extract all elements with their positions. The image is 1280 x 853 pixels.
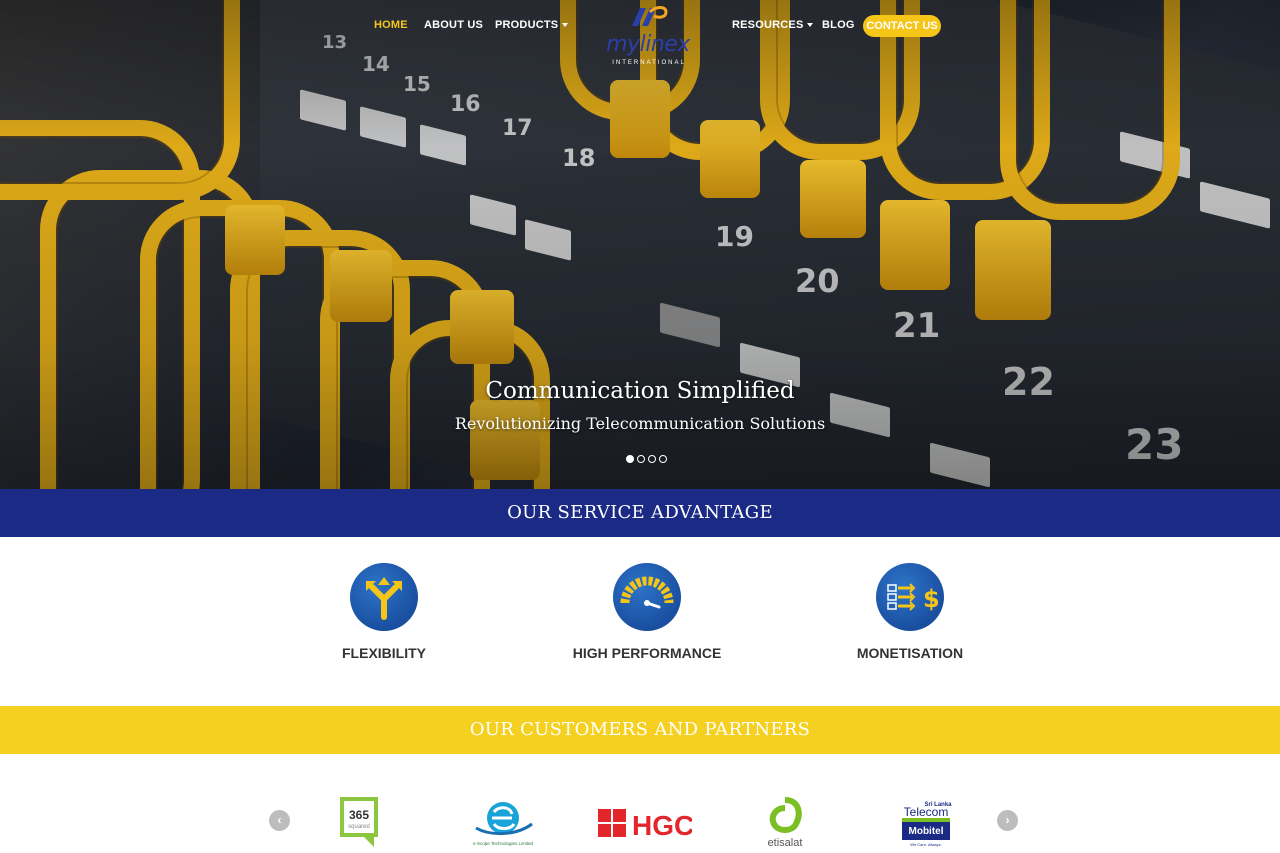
partner-mobitel-text: Mobitel	[909, 826, 944, 837]
chevron-down-icon	[807, 23, 814, 28]
carousel-prev-button[interactable]: ‹	[269, 810, 290, 831]
partner-logo-escope[interactable]: e-Scope Technologies Limited	[470, 795, 536, 850]
feature-label: HIGH PERFORMANCE	[572, 645, 722, 661]
speedometer-icon	[613, 563, 681, 631]
partner-365-text: 365	[349, 808, 369, 822]
hero-subtitle: Revolutionizing Telecommunication Soluti…	[454, 414, 826, 433]
hero-title: Communication Simplified	[485, 378, 795, 404]
carousel-next-button[interactable]: ›	[997, 810, 1018, 831]
section-title: OUR CUSTOMERS AND PARTNERS	[469, 719, 811, 740]
slider-dot-2[interactable]	[637, 455, 645, 463]
feature-flexibility: FLEXIBILITY	[284, 563, 484, 661]
partner-logo-hgc[interactable]: HGC	[596, 795, 692, 850]
partner-365-subtext: squared	[348, 824, 370, 830]
main-nav: HOME ABOUT US PRODUCTS mylinex INTERNATI…	[0, 0, 1280, 66]
slider-dot-4[interactable]	[659, 455, 667, 463]
feature-label: MONETISATION	[856, 645, 964, 661]
section-title: OUR SERVICE ADVANTAGE	[507, 502, 773, 523]
logo[interactable]: mylinex INTERNATIONAL	[598, 2, 698, 68]
partner-logo-365squared[interactable]: 365 squared	[340, 795, 380, 850]
service-advantage-banner: OUR SERVICE ADVANTAGE	[0, 489, 1280, 537]
partner-slt-telecom: Telecom	[904, 805, 949, 819]
customers-partners-banner: OUR CUSTOMERS AND PARTNERS	[0, 706, 1280, 754]
feature-label: FLEXIBILITY	[342, 645, 426, 661]
chevron-down-icon	[562, 23, 569, 28]
contact-us-button[interactable]: CONTACT US	[863, 15, 941, 37]
split-arrows-icon	[350, 563, 418, 631]
partner-mobitel-tagline: We Care. Always.	[910, 842, 942, 847]
feature-high-performance: HIGH PERFORMANCE	[547, 563, 747, 661]
nav-blog[interactable]: BLOG	[822, 19, 855, 31]
hero-slider: 13 14 15 16 17 18 19 20 21 22 23 Communi…	[0, 0, 1280, 489]
svg-text:$: $	[923, 585, 940, 613]
slider-dot-3[interactable]	[648, 455, 656, 463]
partner-logo-slt-mobitel[interactable]: Sri Lanka Telecom Mobitel We Care. Alway…	[898, 795, 954, 850]
logo-wordmark: mylinex	[606, 32, 690, 57]
logo-mark-icon	[632, 6, 668, 26]
logo-tagline: INTERNATIONAL	[612, 60, 686, 66]
slider-dots	[626, 455, 667, 463]
nav-products-label: PRODUCTS	[495, 19, 559, 31]
partner-logo-etisalat[interactable]: etisalat	[762, 795, 808, 850]
feature-monetisation: $ MONETISATION	[810, 563, 1010, 661]
dollar-arrows-icon: $	[876, 563, 944, 631]
nav-resources[interactable]: RESOURCES	[732, 19, 814, 31]
nav-home[interactable]: HOME	[374, 19, 408, 31]
partner-hgc-text: HGC	[632, 810, 692, 841]
partner-escope-text: e-Scope Technologies Limited	[473, 841, 533, 846]
nav-products[interactable]: PRODUCTS	[495, 19, 569, 31]
partner-etisalat-text: etisalat	[768, 837, 803, 849]
slider-dot-1[interactable]	[626, 455, 634, 463]
nav-resources-label: RESOURCES	[732, 19, 804, 31]
nav-about[interactable]: ABOUT US	[424, 19, 483, 31]
